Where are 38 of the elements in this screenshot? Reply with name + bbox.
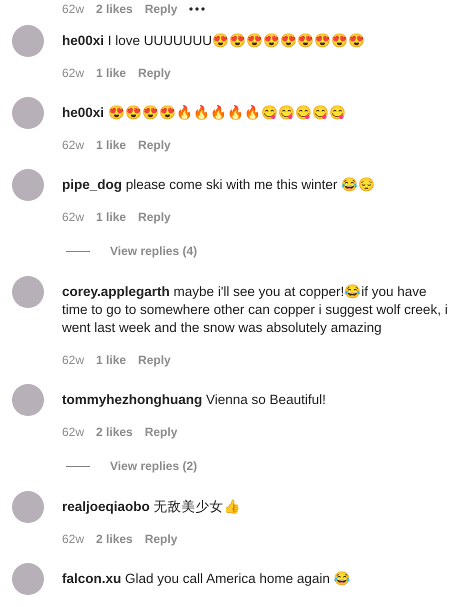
reply-button[interactable]: Reply: [144, 423, 178, 441]
reply-button[interactable]: Reply: [144, 530, 178, 548]
reply-button[interactable]: Reply: [144, 0, 178, 18]
comment-text: falcon.xu Glad you call America home again 😂: [62, 570, 352, 588]
comment-text: he00xi I love UUUUUUU😍😍😍😍😍😍😍😍😍: [62, 32, 366, 50]
view-replies-button[interactable]: View replies (2): [110, 457, 198, 475]
comment-age: 62w: [62, 531, 84, 548]
avatar: [12, 384, 44, 416]
avatar: [12, 25, 44, 57]
reply-button[interactable]: Reply: [138, 351, 171, 369]
reply-button[interactable]: Reply: [138, 136, 171, 154]
comment-text: corey.applegarth maybe i'll see you at copper!😂if you have time to go to somewhere other can copper i suggest wolf creek, i went last week and the snow was absolutely amazing: [62, 283, 449, 337]
reply-button[interactable]: Reply: [138, 64, 171, 82]
comment-text: tommyhezhonghuang Vienna so Beautiful!: [62, 391, 327, 409]
like-count: 2 likes: [96, 424, 133, 441]
avatar: [12, 97, 44, 129]
comment-age: 62w: [62, 65, 84, 82]
like-count: 1 like: [96, 352, 126, 369]
like-count: 2 likes: [96, 531, 133, 548]
avatar: [12, 491, 44, 523]
like-count: 1 like: [96, 65, 126, 82]
comment-text: he00xi 😍😍😍😍🔥🔥🔥🔥🔥😋😋😋😋😋: [62, 104, 347, 122]
comment-age: 62w: [62, 137, 84, 154]
comment-age: 62w: [62, 1, 84, 18]
comment-age: 62w: [62, 352, 84, 369]
more-options-icon[interactable]: [189, 7, 206, 11]
like-count: 1 like: [96, 209, 126, 226]
comment-age: 62w: [62, 209, 84, 226]
avatar: [12, 169, 44, 201]
like-count: 1 like: [96, 137, 126, 154]
like-count: 2 likes: [96, 1, 133, 18]
comment-text: realjoeqiaobo 无敌美少女👍: [62, 498, 242, 516]
avatar: [12, 563, 44, 595]
avatar: [12, 276, 44, 308]
comment-age: 62w: [62, 424, 84, 441]
reply-button[interactable]: Reply: [138, 208, 171, 226]
comment-text: pipe_dog please come ski with me this winter 😂😔: [62, 176, 376, 194]
view-replies-button[interactable]: View replies (4): [110, 242, 198, 260]
